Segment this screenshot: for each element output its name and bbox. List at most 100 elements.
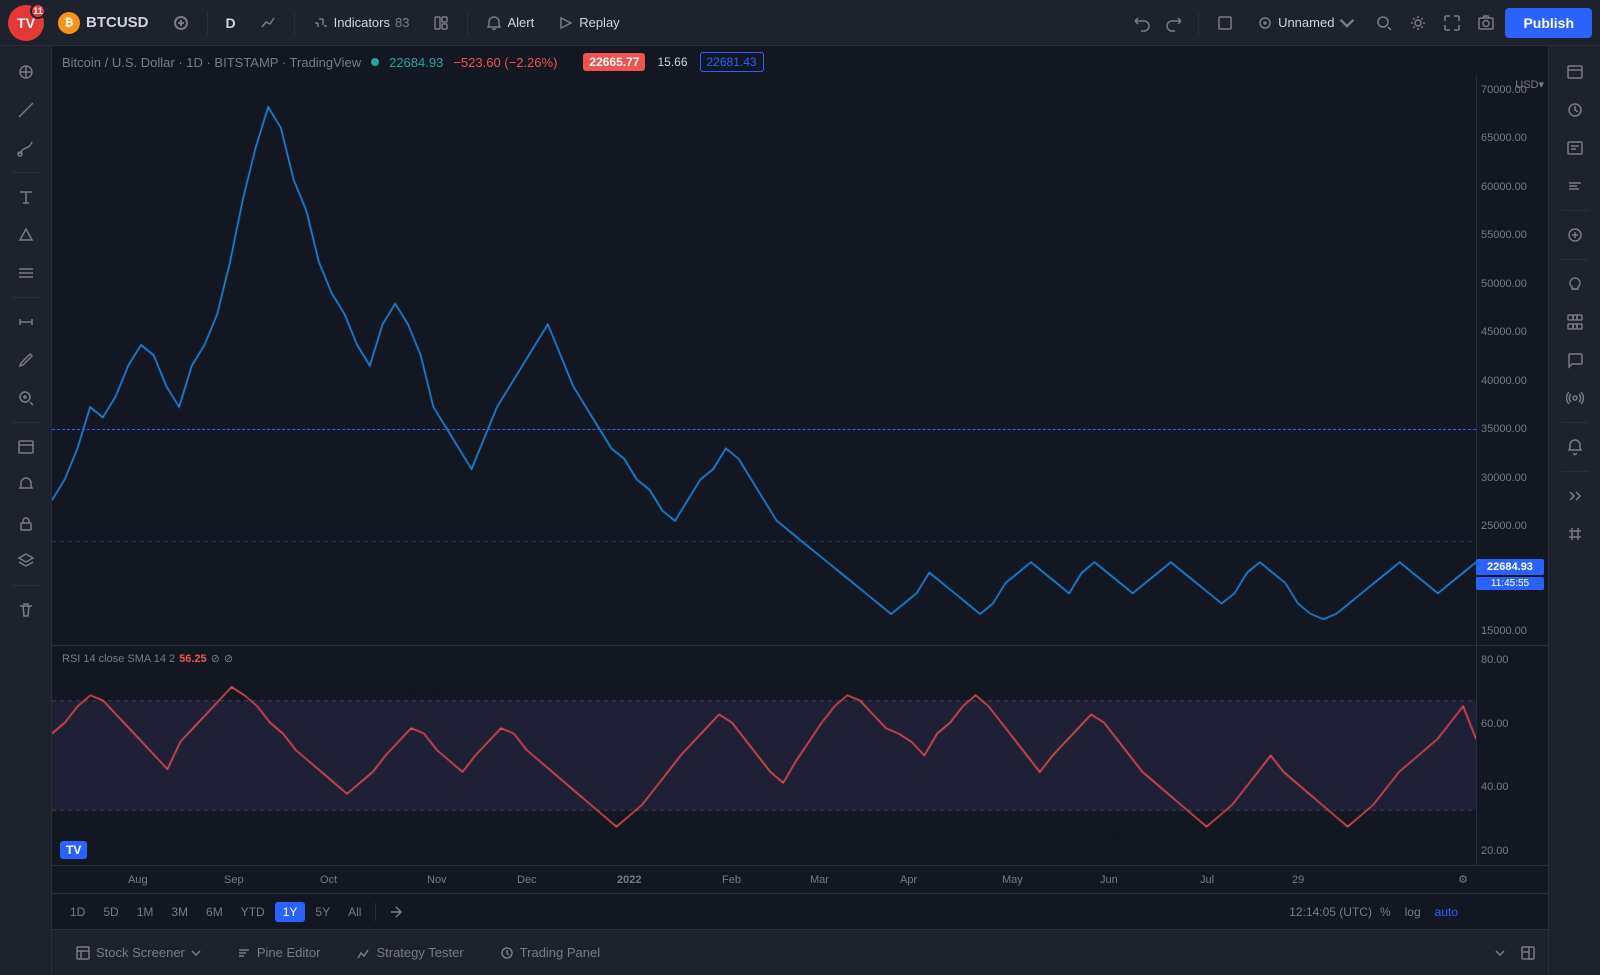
rsi-canvas (52, 646, 1476, 865)
zoom-tool[interactable] (8, 380, 44, 416)
watchlist-tool[interactable] (8, 429, 44, 465)
lock-tool[interactable] (8, 505, 44, 541)
sep1 (207, 11, 208, 35)
rsi-panel[interactable]: RSI 14 close SMA 14 2 56.25 ⊘ ⊘ 80.00 60… (52, 645, 1548, 865)
expand-panel-button[interactable] (1516, 941, 1540, 965)
tab-pine-editor[interactable]: Pine Editor (221, 937, 337, 968)
current-price: 22684.93 (389, 55, 443, 70)
tf-all[interactable]: All (340, 902, 369, 922)
logo[interactable]: TV 11 (8, 5, 44, 41)
trash-tool[interactable] (8, 592, 44, 628)
tf-1y[interactable]: 1Y (275, 902, 306, 922)
sep4 (1198, 11, 1199, 35)
line-tool[interactable] (8, 92, 44, 128)
tf-5y[interactable]: 5Y (307, 902, 338, 922)
price-canvas (52, 76, 1476, 645)
x-axis-canvas (52, 866, 1476, 893)
settings-button[interactable] (1403, 8, 1433, 38)
indicators-button[interactable]: Indicators 83 (303, 10, 420, 36)
tf-1m[interactable]: 1M (129, 902, 162, 922)
compare-button[interactable] (382, 898, 410, 926)
tab-stock-screener[interactable]: Stock Screener (60, 937, 217, 968)
x-label-jun: Jun (1100, 874, 1118, 886)
publish-button[interactable]: Publish (1505, 8, 1592, 38)
x-label-aug: Aug (128, 874, 148, 886)
x-label-dec: Dec (517, 874, 537, 886)
main-chart[interactable]: 70000.00 65000.00 60000.00 55000.00 5000… (52, 76, 1548, 645)
x-label-mar: Mar (810, 874, 829, 886)
chevrons-right-icon[interactable] (1557, 478, 1593, 514)
plus-icon[interactable] (1557, 217, 1593, 253)
tf-5d[interactable]: 5D (95, 902, 126, 922)
sep (12, 172, 40, 173)
tf-3m[interactable]: 3M (163, 902, 196, 922)
chart-type-selector[interactable] (250, 10, 286, 36)
fib-tool[interactable] (8, 255, 44, 291)
template-icon[interactable] (1557, 168, 1593, 204)
clock-icon[interactable] (1557, 92, 1593, 128)
currency-label: USD▾ (1511, 76, 1548, 93)
undo-button[interactable] (1126, 8, 1156, 38)
x-label-oct: Oct (320, 874, 337, 886)
maximize-button[interactable] (1437, 8, 1467, 38)
x-label-may: May (1002, 874, 1023, 886)
x-label-jul: Jul (1200, 874, 1214, 886)
tf-ytd[interactable]: YTD (233, 902, 273, 922)
brush-tool[interactable] (8, 130, 44, 166)
tab-trading-panel[interactable]: Trading Panel (484, 937, 616, 968)
main-container: Bitcoin / U.S. Dollar · 1D · BITSTAMP · … (0, 46, 1600, 975)
tab-strategy-tester[interactable]: Strategy Tester (340, 937, 479, 968)
keypad-icon[interactable] (1557, 304, 1593, 340)
x-label-2022: 2022 (617, 874, 641, 886)
pencil-tool[interactable] (8, 342, 44, 378)
settings-icon-xaxis[interactable]: ⚙ (1458, 873, 1468, 886)
crosshair-tool[interactable] (8, 54, 44, 90)
bid-price: 22665.77 (583, 53, 645, 71)
news-icon[interactable] (1557, 130, 1593, 166)
sep3 (12, 422, 40, 423)
symbol-selector[interactable]: ₿ BTCUSD (48, 8, 159, 38)
x-label-nov: Nov (427, 874, 447, 886)
broadcast-icon[interactable] (1557, 380, 1593, 416)
x-label-feb: Feb (722, 874, 741, 886)
ask-price: 22681.43 (700, 52, 764, 72)
rs-sep4 (1561, 471, 1589, 472)
measure-tool[interactable] (8, 304, 44, 340)
price-change: −523.60 (−2.26%) (453, 55, 557, 70)
x-axis: Aug Sep Oct Nov Dec 2022 Feb Mar Apr May… (52, 865, 1548, 893)
alerts-tool[interactable] (8, 467, 44, 503)
bell-icon[interactable] (1557, 429, 1593, 465)
timeframe-bar: 1D 5D 1M 3M 6M YTD 1Y 5Y All 12:14:05 (U… (52, 893, 1548, 929)
bulb-icon[interactable] (1557, 266, 1593, 302)
chart-settings-icon[interactable] (1557, 54, 1593, 90)
tf-6m[interactable]: 6M (198, 902, 231, 922)
current-time-label: 11:45:55 (1476, 577, 1544, 590)
layout-button[interactable] (423, 10, 459, 36)
unnamed-dropdown[interactable]: Unnamed (1247, 10, 1365, 36)
add-symbol-button[interactable] (163, 10, 199, 36)
redo-button[interactable] (1160, 8, 1190, 38)
alert-button[interactable]: Alert (476, 10, 544, 36)
settings2-icon[interactable] (1557, 516, 1593, 552)
sep2 (294, 11, 295, 35)
text-tool[interactable] (8, 179, 44, 215)
replay-button[interactable]: Replay (548, 10, 629, 36)
collapse-panel-button[interactable] (1488, 941, 1512, 965)
left-toolbar (0, 46, 52, 975)
screenshot-button[interactable] (1471, 8, 1501, 38)
shapes-tool[interactable] (8, 217, 44, 253)
symbol-name: BTCUSD (86, 14, 149, 31)
search-button[interactable] (1369, 8, 1399, 38)
x-label-sep: Sep (224, 874, 244, 886)
chart-area: Bitcoin / U.S. Dollar · 1D · BITSTAMP · … (52, 46, 1548, 975)
tf-1d[interactable]: 1D (62, 902, 93, 922)
fullscreen-button[interactable] (1207, 10, 1243, 36)
live-dot (371, 58, 379, 66)
x-label-29: 29 (1292, 874, 1304, 886)
timeframe-selector[interactable]: D (216, 10, 246, 36)
chat-icon[interactable] (1557, 342, 1593, 378)
layers-tool[interactable] (8, 543, 44, 579)
x-label-apr: Apr (900, 874, 917, 886)
right-toolbar (1548, 46, 1600, 975)
tf-sep (375, 903, 376, 921)
